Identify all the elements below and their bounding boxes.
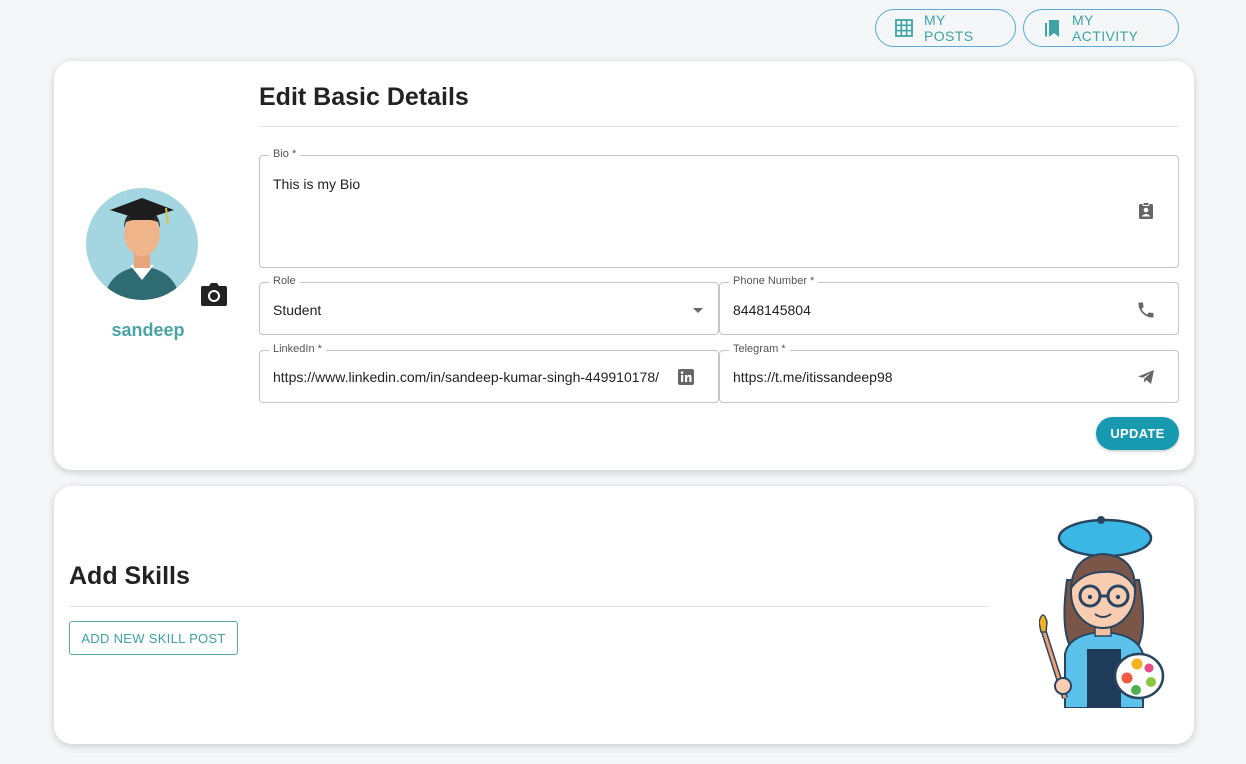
- username: sandeep: [111, 320, 185, 340]
- page-title: Edit Basic Details: [259, 83, 469, 111]
- phone-label: Phone Number *: [729, 275, 819, 287]
- linkedin-value[interactable]: https://www.linkedin.com/in/sandeep-kuma…: [273, 369, 671, 385]
- dropdown-arrow-icon[interactable]: [688, 300, 708, 320]
- bio-label: Bio *: [269, 148, 301, 160]
- phone-icon: [1136, 300, 1156, 320]
- telegram-icon: [1136, 367, 1156, 387]
- divider: [69, 606, 989, 607]
- linkedin-icon: [676, 367, 696, 387]
- bio-value[interactable]: This is my Bio: [273, 176, 360, 192]
- telegram-value[interactable]: https://t.me/itissandeep98: [733, 369, 893, 385]
- grid-icon: [894, 18, 914, 38]
- add-skills-card: Add Skills ADD NEW SKILL POST: [54, 486, 1194, 744]
- skills-title: Add Skills: [69, 562, 190, 590]
- camera-icon[interactable]: [200, 282, 228, 308]
- my-posts-label: MY POSTS: [924, 12, 974, 44]
- my-posts-button[interactable]: MY POSTS: [875, 9, 1016, 47]
- telegram-field[interactable]: Telegram * https://t.me/itissandeep98: [719, 343, 1179, 403]
- bio-field[interactable]: Bio * This is my Bio: [259, 148, 1179, 268]
- linkedin-field[interactable]: LinkedIn * https://www.linkedin.com/in/s…: [259, 343, 719, 403]
- update-button[interactable]: UPDATE: [1096, 417, 1179, 450]
- divider: [259, 126, 1179, 127]
- contact-badge-icon: [1136, 201, 1156, 221]
- role-select[interactable]: Role Student: [259, 275, 719, 335]
- painter-illustration: [1038, 514, 1165, 709]
- edit-details-card: sandeep Edit Basic Details Bio * This is…: [54, 61, 1194, 470]
- bookmarks-icon: [1042, 18, 1062, 38]
- phone-field[interactable]: Phone Number * 8448145804: [719, 275, 1179, 335]
- role-value[interactable]: Student: [273, 302, 321, 318]
- avatar: [86, 188, 198, 300]
- add-new-skill-post-button[interactable]: ADD NEW SKILL POST: [69, 621, 238, 655]
- my-activity-label: MY ACTIVITY: [1072, 12, 1139, 44]
- phone-value[interactable]: 8448145804: [733, 302, 811, 318]
- linkedin-label: LinkedIn *: [269, 343, 326, 355]
- my-activity-button[interactable]: MY ACTIVITY: [1023, 9, 1179, 47]
- role-label: Role: [269, 275, 300, 287]
- telegram-label: Telegram *: [729, 343, 790, 355]
